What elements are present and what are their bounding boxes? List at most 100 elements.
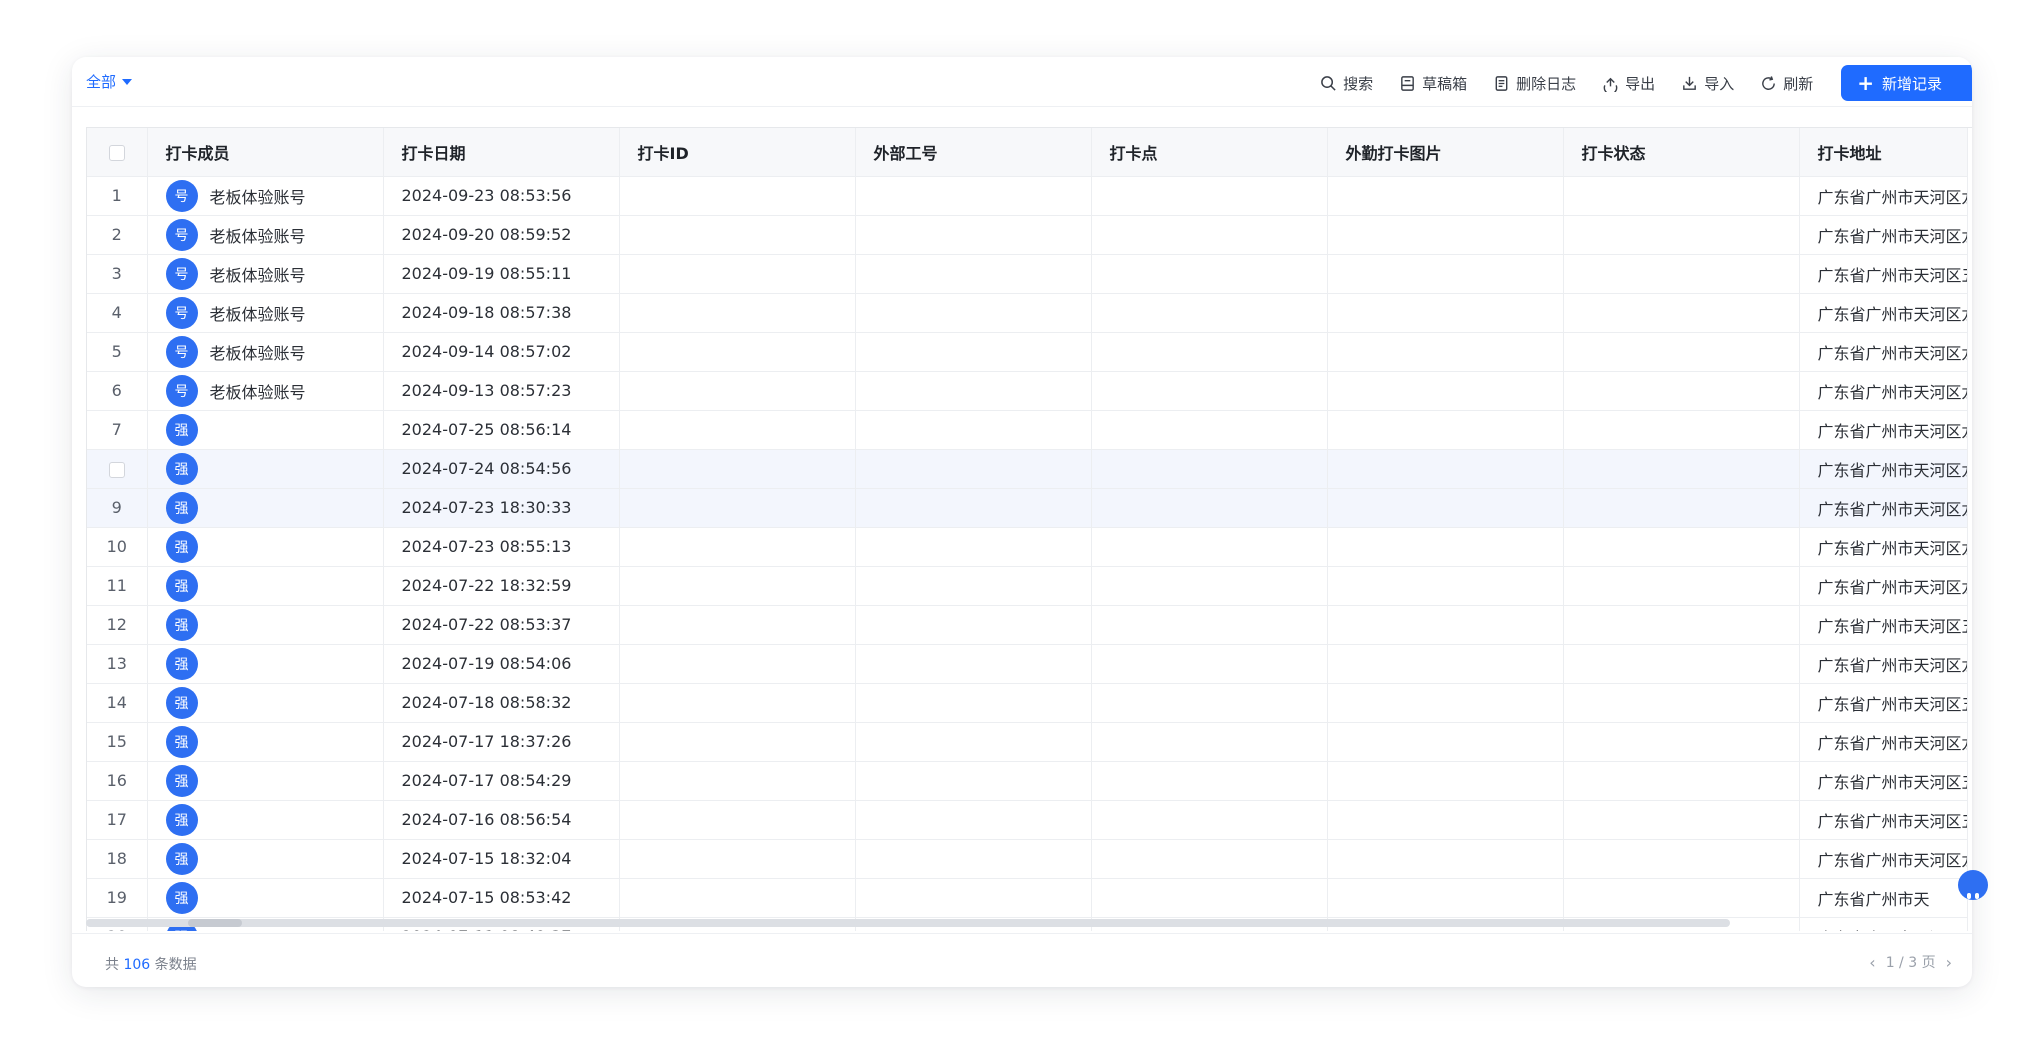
checkin-id-cell[interactable] xyxy=(619,371,856,411)
row-index[interactable]: 16 xyxy=(87,761,148,801)
chevron-left-icon[interactable]: ‹ xyxy=(1869,953,1875,972)
field-photo-cell[interactable] xyxy=(1327,800,1564,840)
import-button[interactable]: 导入 xyxy=(1681,73,1734,94)
status-cell[interactable] xyxy=(1563,254,1800,294)
status-cell[interactable] xyxy=(1563,683,1800,723)
address-cell[interactable]: 广东省广州市天河区龙 xyxy=(1799,371,1968,411)
field-photo-cell[interactable] xyxy=(1327,254,1564,294)
field-photo-cell[interactable] xyxy=(1327,176,1564,216)
chevron-right-icon[interactable]: › xyxy=(1946,953,1952,972)
member-cell[interactable]: 强 xyxy=(147,683,384,723)
checkin-point-cell[interactable] xyxy=(1091,800,1328,840)
table-row[interactable]: 11 强 2024-07-22 18:32:59 广东省广州市天河区龙 xyxy=(87,566,1968,606)
member-cell[interactable]: 强 xyxy=(147,800,384,840)
member-cell[interactable]: 号老板体验账号 xyxy=(147,254,384,294)
member-cell[interactable]: 强 xyxy=(147,644,384,684)
table-row[interactable]: 17 强 2024-07-16 08:56:54 广东省广州市天河区五 xyxy=(87,800,1968,840)
field-photo-cell[interactable] xyxy=(1327,332,1564,372)
checkin-point-cell[interactable] xyxy=(1091,761,1328,801)
member-cell[interactable]: 强 xyxy=(147,722,384,762)
checkin-id-cell[interactable] xyxy=(619,254,856,294)
search-button[interactable]: 搜索 xyxy=(1320,73,1373,94)
external-id-cell[interactable] xyxy=(855,488,1092,528)
column-header[interactable]: 打卡ID xyxy=(619,128,856,177)
checkin-point-cell[interactable] xyxy=(1091,215,1328,255)
member-cell[interactable]: 强 xyxy=(147,605,384,645)
status-cell[interactable] xyxy=(1563,839,1800,879)
field-photo-cell[interactable] xyxy=(1327,605,1564,645)
external-id-cell[interactable] xyxy=(855,761,1092,801)
table-row[interactable]: 6 号老板体验账号 2024-09-13 08:57:23 广东省广州市天河区龙 xyxy=(87,371,1968,411)
field-photo-cell[interactable] xyxy=(1327,371,1564,411)
field-photo-cell[interactable] xyxy=(1327,449,1564,489)
table-row[interactable]: 强 2024-07-24 08:54:56 广东省广州市天河区龙 xyxy=(87,449,1968,489)
status-cell[interactable] xyxy=(1563,878,1800,918)
drafts-button[interactable]: 草稿箱 xyxy=(1399,73,1467,94)
address-cell[interactable]: 广东省广州市天河区五 xyxy=(1799,605,1968,645)
checkin-id-cell[interactable] xyxy=(619,605,856,645)
external-id-cell[interactable] xyxy=(855,215,1092,255)
table-row[interactable]: 14 强 2024-07-18 08:58:32 广东省广州市天河区五 xyxy=(87,683,1968,723)
external-id-cell[interactable] xyxy=(855,644,1092,684)
external-id-cell[interactable] xyxy=(855,527,1092,567)
status-cell[interactable] xyxy=(1563,176,1800,216)
external-id-cell[interactable] xyxy=(855,683,1092,723)
checkin-point-cell[interactable] xyxy=(1091,722,1328,762)
member-cell[interactable]: 强 xyxy=(147,878,384,918)
checkin-id-cell[interactable] xyxy=(619,293,856,333)
date-cell[interactable]: 2024-09-19 08:55:11 xyxy=(383,254,620,294)
column-header[interactable]: 打卡成员 xyxy=(147,128,384,177)
table-row[interactable]: 4 号老板体验账号 2024-09-18 08:57:38 广东省广州市天河区龙 xyxy=(87,293,1968,333)
field-photo-cell[interactable] xyxy=(1327,488,1564,528)
date-cell[interactable]: 2024-07-17 18:37:26 xyxy=(383,722,620,762)
status-cell[interactable] xyxy=(1563,722,1800,762)
delete-log-button[interactable]: 删除日志 xyxy=(1493,73,1576,94)
checkin-id-cell[interactable] xyxy=(619,449,856,489)
checkin-point-cell[interactable] xyxy=(1091,683,1328,723)
external-id-cell[interactable] xyxy=(855,878,1092,918)
date-cell[interactable]: 2024-09-13 08:57:23 xyxy=(383,371,620,411)
row-index[interactable]: 3 xyxy=(87,254,148,294)
member-cell[interactable]: 号老板体验账号 xyxy=(147,215,384,255)
column-header[interactable]: 打卡点 xyxy=(1091,128,1328,177)
member-cell[interactable]: 强 xyxy=(147,761,384,801)
date-cell[interactable]: 2024-07-23 18:30:33 xyxy=(383,488,620,528)
table-row[interactable]: 5 号老板体验账号 2024-09-14 08:57:02 广东省广州市天河区龙 xyxy=(87,332,1968,372)
checkin-point-cell[interactable] xyxy=(1091,644,1328,684)
column-header[interactable]: 打卡状态 xyxy=(1563,128,1800,177)
checkin-point-cell[interactable] xyxy=(1091,332,1328,372)
checkin-id-cell[interactable] xyxy=(619,722,856,762)
address-cell[interactable]: 广东省广州市天河区龙 xyxy=(1799,332,1968,372)
checkin-point-cell[interactable] xyxy=(1091,605,1328,645)
row-checkbox[interactable] xyxy=(108,461,125,478)
field-photo-cell[interactable] xyxy=(1327,839,1564,879)
address-cell[interactable]: 广东省广州市天河区龙 xyxy=(1799,215,1968,255)
row-index[interactable]: 7 xyxy=(87,410,148,450)
column-header[interactable]: 外部工号 xyxy=(855,128,1092,177)
table-row[interactable]: 15 强 2024-07-17 18:37:26 广东省广州市天河区龙 xyxy=(87,722,1968,762)
export-button[interactable]: 导出 xyxy=(1602,73,1655,94)
address-cell[interactable]: 广东省广州市天河区龙 xyxy=(1799,293,1968,333)
field-photo-cell[interactable] xyxy=(1327,566,1564,606)
checkin-point-cell[interactable] xyxy=(1091,371,1328,411)
column-header[interactable]: 外勤打卡图片 xyxy=(1327,128,1564,177)
table-row[interactable]: 13 强 2024-07-19 08:54:06 广东省广州市天河区龙 xyxy=(87,644,1968,684)
status-cell[interactable] xyxy=(1563,488,1800,528)
status-cell[interactable] xyxy=(1563,566,1800,606)
date-cell[interactable]: 2024-09-23 08:53:56 xyxy=(383,176,620,216)
field-photo-cell[interactable] xyxy=(1327,878,1564,918)
status-cell[interactable] xyxy=(1563,527,1800,567)
address-cell[interactable]: 广东省广州市天河区龙 xyxy=(1799,722,1968,762)
row-index[interactable]: 1 xyxy=(87,176,148,216)
checkin-point-cell[interactable] xyxy=(1091,488,1328,528)
external-id-cell[interactable] xyxy=(855,410,1092,450)
member-cell[interactable]: 强 xyxy=(147,488,384,528)
row-index[interactable]: 5 xyxy=(87,332,148,372)
field-photo-cell[interactable] xyxy=(1327,761,1564,801)
add-record-button[interactable]: + 新增记录 xyxy=(1841,65,1972,101)
checkin-id-cell[interactable] xyxy=(619,839,856,879)
view-filter-dropdown[interactable]: 全部 xyxy=(86,71,133,92)
checkin-id-cell[interactable] xyxy=(619,527,856,567)
status-cell[interactable] xyxy=(1563,371,1800,411)
table-row[interactable]: 18 强 2024-07-15 18:32:04 广东省广州市天河区龙 xyxy=(87,839,1968,879)
